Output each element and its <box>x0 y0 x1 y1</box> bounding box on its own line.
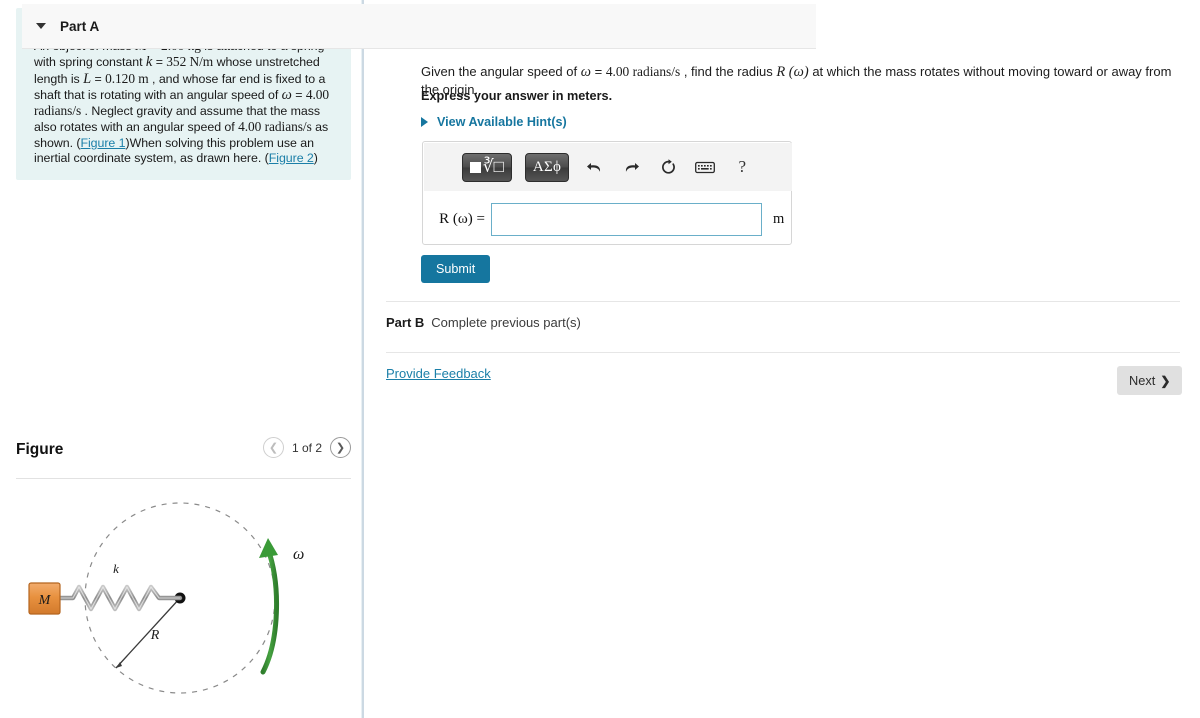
part-a-header[interactable]: Part A <box>22 4 816 49</box>
omega-arc-arrow <box>259 538 280 675</box>
part-b-status: Complete previous part(s) <box>431 315 581 330</box>
part-b-label: Part B <box>386 315 425 330</box>
template-placeholder-box <box>469 161 481 173</box>
figure-counter: 1 of 2 <box>291 440 322 455</box>
omega-label: ω <box>293 546 304 563</box>
math-variable: ω <box>281 86 292 103</box>
answer-row: R (ω) = m <box>423 194 793 244</box>
math-variable: L <box>83 70 92 87</box>
physics-diagram-svg: M k R ω <box>28 502 304 694</box>
greek-symbols-button[interactable]: ΑΣϕ <box>524 152 570 182</box>
text-run: = <box>91 71 106 86</box>
chevron-right-icon: ❯ <box>1160 373 1171 388</box>
answer-format-instruction: Express your answer in meters. <box>421 89 613 103</box>
caret-right-icon <box>421 117 428 127</box>
answer-variable-label: R (ω) = <box>439 210 485 227</box>
figure-navigation: ❮ 1 of 2 ❯ <box>262 437 351 458</box>
submit-button[interactable]: Submit <box>421 255 491 283</box>
help-label: ? <box>738 157 746 176</box>
figure-link[interactable]: Figure 1 <box>80 136 125 150</box>
math-toolbar: ∛□ ΑΣϕ ? <box>424 143 792 191</box>
text-run: = <box>590 64 606 79</box>
answer-entry-box: ∛□ ΑΣϕ ? R (ω) = m <box>422 141 792 245</box>
figure-next-button[interactable]: ❯ <box>330 437 351 458</box>
part-a-title: Part A <box>60 18 100 34</box>
figure-divider <box>16 478 351 479</box>
redo-arrow-icon[interactable] <box>619 155 643 179</box>
view-hints-label: View Available Hint(s) <box>437 115 567 129</box>
math-variable: R (ω) <box>776 64 809 80</box>
radius-line <box>115 597 181 669</box>
next-button-label: Next <box>1129 373 1156 388</box>
text-run: ) <box>313 151 318 166</box>
right-panel <box>364 0 1200 718</box>
next-button[interactable]: Next ❯ <box>1117 366 1183 395</box>
answer-input[interactable] <box>491 202 762 236</box>
greek-symbols-label: ΑΣϕ <box>532 158 562 175</box>
text-run: , find the radius <box>680 64 777 79</box>
math-quantity: 4.00 radians/s <box>238 119 312 135</box>
text-run: = <box>152 55 167 70</box>
provide-feedback-link[interactable]: Provide Feedback <box>386 366 491 381</box>
figure-prev-button[interactable]: ❮ <box>262 437 284 458</box>
spring <box>56 584 183 612</box>
square-root-template-icon[interactable]: ∛□ <box>461 152 512 182</box>
math-quantity: 4.00 radians/s <box>605 64 681 79</box>
undo-arrow-icon[interactable] <box>582 155 606 179</box>
radius-label: R <box>150 628 160 643</box>
math-quantity: 352 N/m <box>166 54 214 70</box>
figure-title: Figure <box>16 441 64 458</box>
spring-constant-label: k <box>113 561 119 576</box>
caret-down-icon[interactable] <box>36 23 46 29</box>
math-quantity: 0.120 m <box>105 70 149 86</box>
radical-glyph: ∛□ <box>482 156 504 176</box>
keyboard-icon[interactable] <box>693 155 717 179</box>
figure-image[interactable]: M k R ω <box>16 486 351 718</box>
text-run: = <box>291 87 306 102</box>
question-mark-icon[interactable]: ? <box>730 155 754 179</box>
view-hints-link[interactable]: View Available Hint(s) <box>421 115 567 129</box>
answer-unit-label: m <box>773 210 785 227</box>
part-b-row[interactable]: Part B Complete previous part(s) <box>386 315 581 330</box>
problem-statement-text: An object of mass M = 2.00 kg is attache… <box>34 38 333 166</box>
section-divider-2 <box>386 352 1180 353</box>
figure-link[interactable]: Figure 2 <box>269 151 314 165</box>
text-run: Given the angular speed of <box>421 64 581 79</box>
mass-block-label: M <box>38 593 52 608</box>
reset-circular-arrow-icon[interactable] <box>656 155 680 179</box>
left-panel: An object of mass M = 2.00 kg is attache… <box>0 0 361 718</box>
section-divider-1 <box>386 301 1180 302</box>
page-root: An object of mass M = 2.00 kg is attache… <box>0 0 1200 718</box>
figure-header: Figure ❮ 1 of 2 ❯ <box>16 437 351 473</box>
math-variable: ω <box>580 64 591 80</box>
